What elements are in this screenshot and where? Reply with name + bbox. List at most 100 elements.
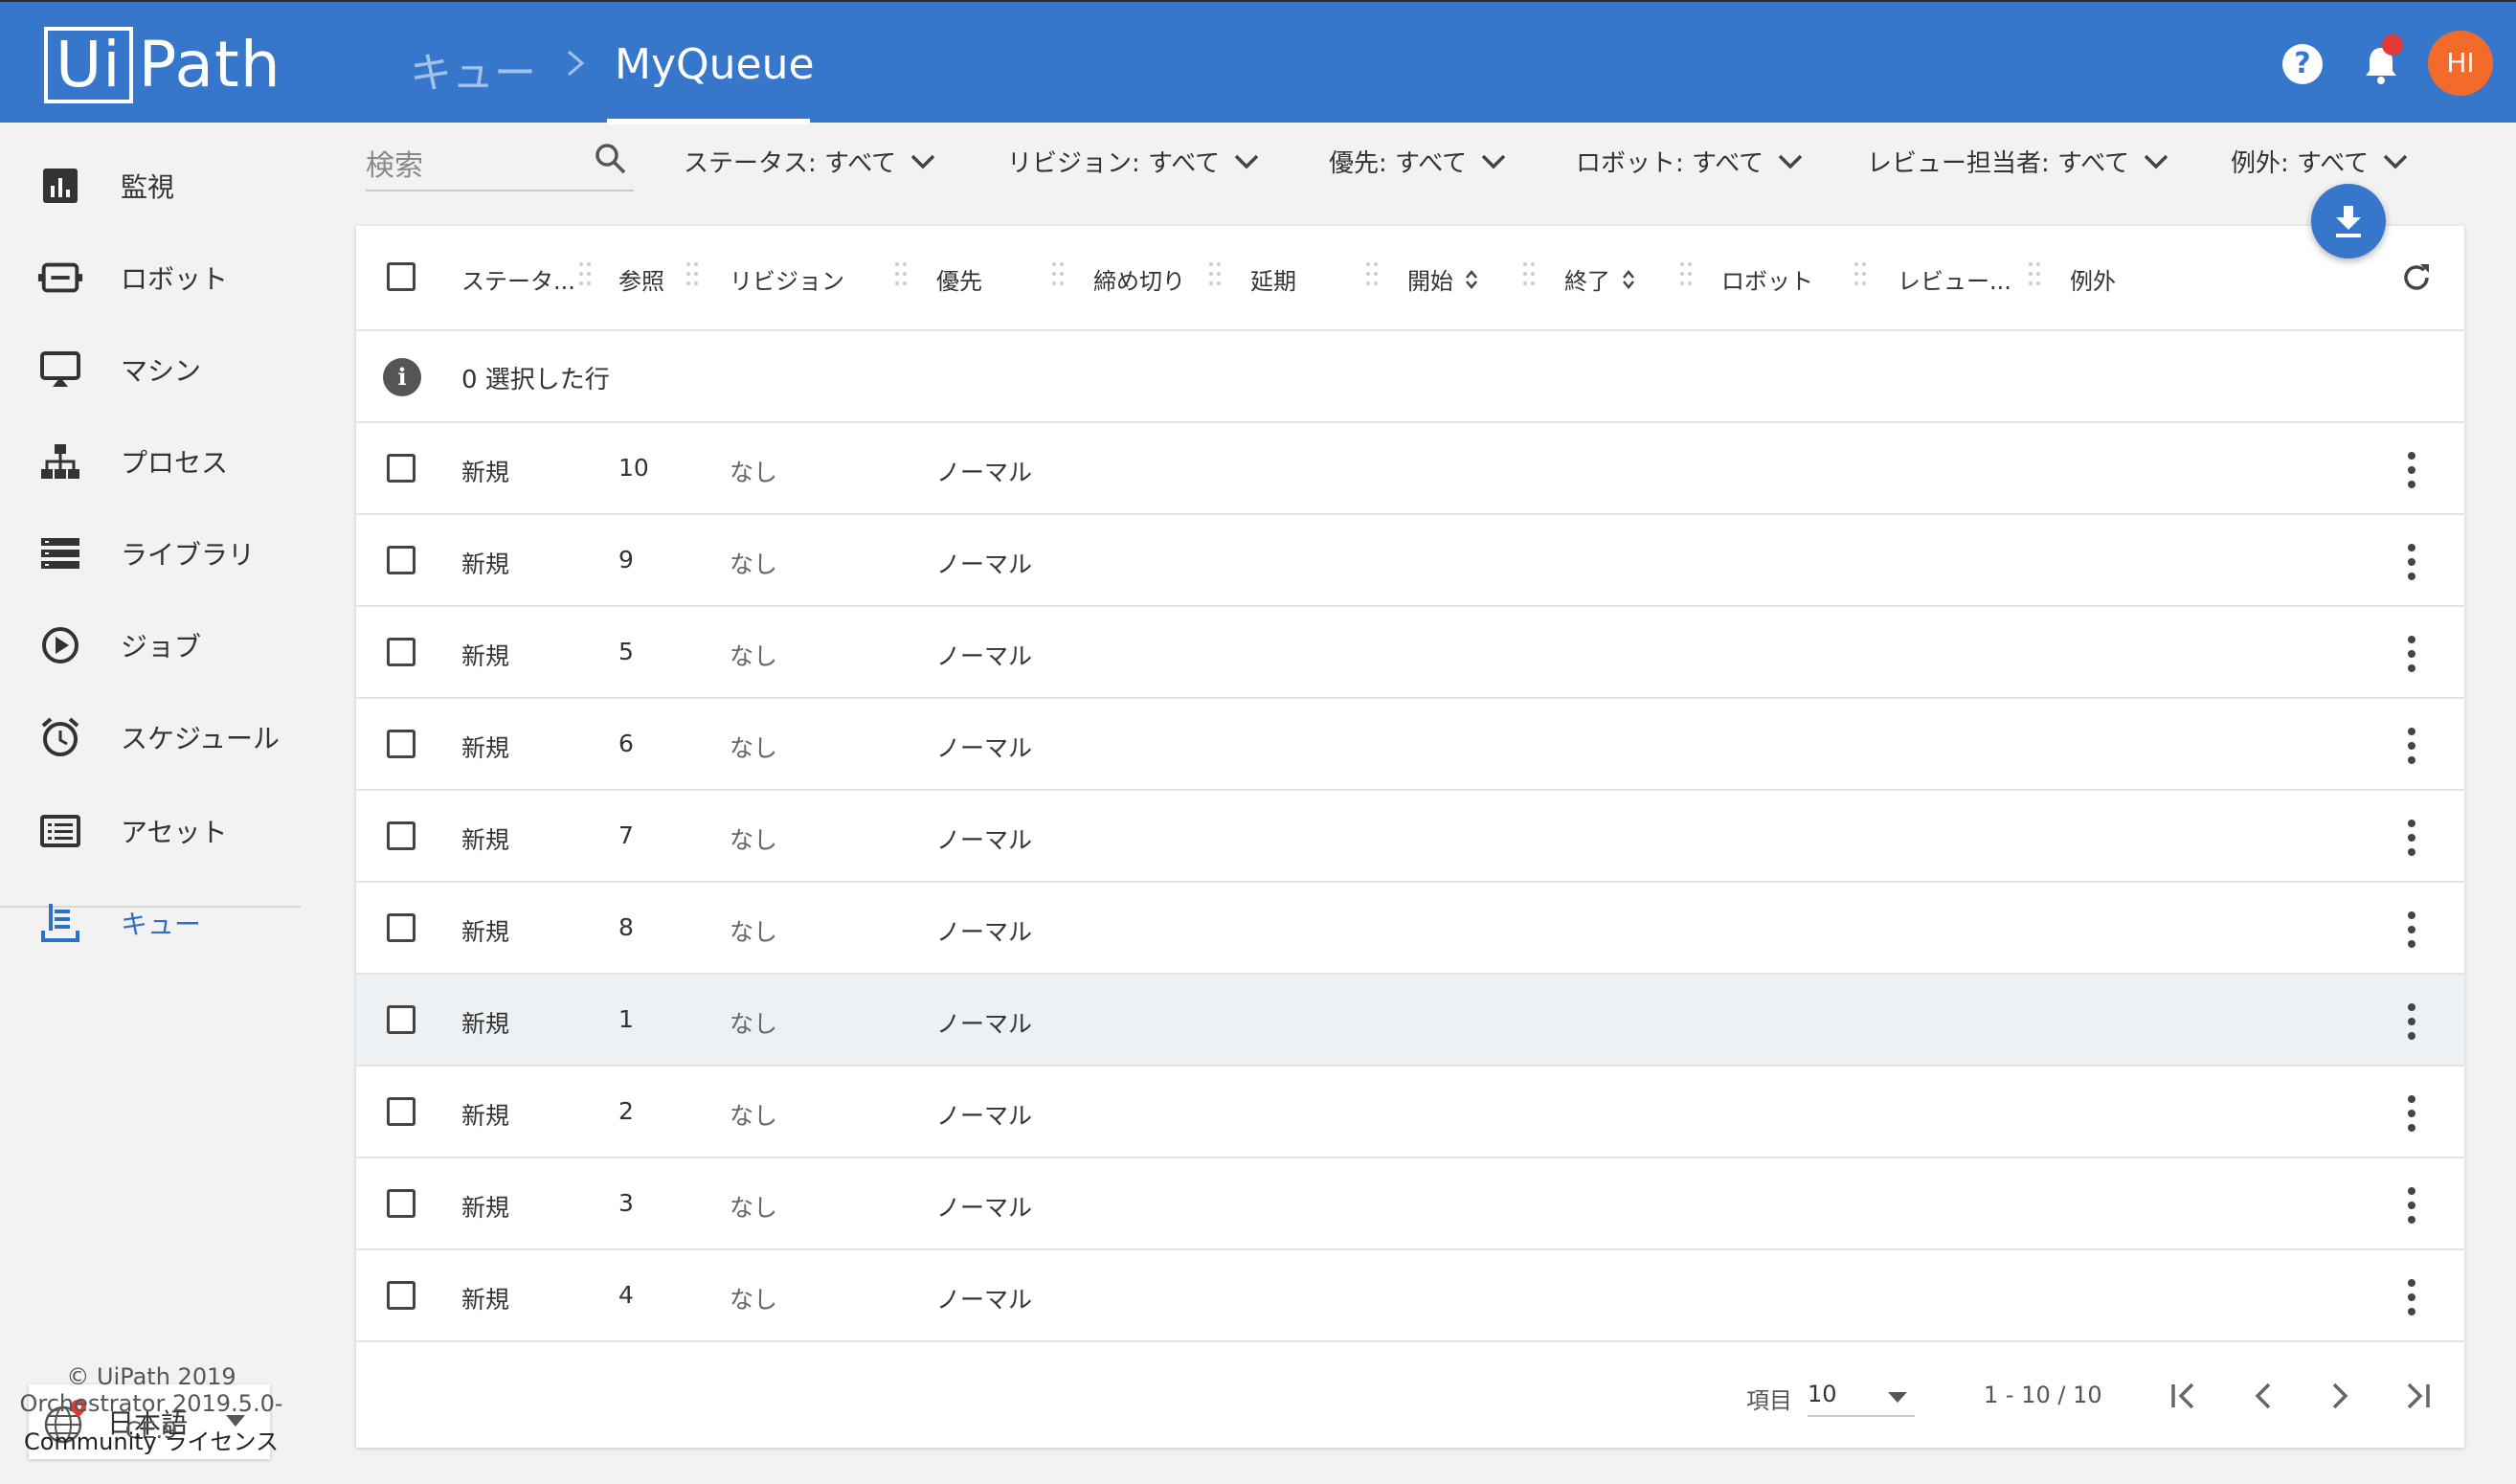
- table-row[interactable]: 新規 8 なし ノーマル: [356, 883, 2464, 975]
- cell-status: 新規: [461, 1194, 510, 1222]
- row-checkbox[interactable]: [387, 1189, 416, 1218]
- license-text[interactable]: Community ライセンス: [0, 1423, 303, 1456]
- last-page-icon[interactable]: [2397, 1377, 2436, 1415]
- table-row[interactable]: 新規 6 なし ノーマル: [356, 699, 2464, 791]
- row-checkbox[interactable]: [387, 638, 416, 666]
- column-header-deadline[interactable]: 締め切り: [1093, 262, 1185, 296]
- status-filter[interactable]: ステータス: すべて: [684, 144, 936, 179]
- row-checkbox[interactable]: [387, 821, 416, 850]
- sidebar-item-processes[interactable]: プロセス: [0, 423, 303, 500]
- column-header-revision[interactable]: リビジョン: [730, 262, 844, 296]
- column-resize-handle[interactable]: [1853, 259, 1867, 289]
- column-label: 締め切り: [1093, 268, 1185, 295]
- more-vert-icon[interactable]: [2405, 542, 2418, 582]
- column-header-robot[interactable]: ロボット: [1721, 262, 1813, 296]
- more-vert-icon[interactable]: [2405, 634, 2418, 674]
- row-checkbox[interactable]: [387, 1005, 416, 1034]
- more-vert-icon[interactable]: [2405, 1185, 2418, 1225]
- table-row[interactable]: 新規 2 なし ノーマル: [356, 1067, 2464, 1158]
- queue-icon: [36, 899, 84, 947]
- row-checkbox[interactable]: [387, 913, 416, 942]
- download-button[interactable]: [2311, 184, 2386, 259]
- column-resize-handle[interactable]: [2028, 259, 2041, 289]
- table-row[interactable]: 新規 1 なし ノーマル: [356, 975, 2464, 1067]
- column-resize-handle[interactable]: [578, 259, 592, 289]
- column-resize-handle[interactable]: [1679, 259, 1693, 289]
- row-checkbox[interactable]: [387, 546, 416, 574]
- column-header-postpone[interactable]: 延期: [1250, 262, 1296, 296]
- column-header-ended[interactable]: 終了: [1564, 262, 1635, 296]
- page-size-select[interactable]: 10: [1808, 1375, 1915, 1417]
- column-resize-handle[interactable]: [894, 259, 908, 289]
- cell-reference: 9: [618, 546, 634, 573]
- row-checkbox[interactable]: [387, 1281, 416, 1310]
- cell-priority: ノーマル: [936, 1286, 1033, 1314]
- sidebar-item-robots[interactable]: ロボット: [0, 239, 303, 316]
- more-vert-icon[interactable]: [2405, 726, 2418, 766]
- row-checkbox[interactable]: [387, 1097, 416, 1126]
- sidebar-item-machines[interactable]: マシン: [0, 331, 303, 408]
- priority-filter[interactable]: 優先: すべて: [1329, 144, 1507, 179]
- column-header-exception[interactable]: 例外: [2070, 262, 2116, 296]
- column-resize-handle[interactable]: [1522, 259, 1536, 289]
- chevron-right-icon: [568, 50, 585, 77]
- user-avatar[interactable]: HI: [2428, 31, 2493, 96]
- reviewer-filter[interactable]: レビュー担当者: すべて: [1867, 144, 2169, 179]
- column-header-started[interactable]: 開始: [1407, 262, 1478, 296]
- revision-filter[interactable]: リビジョン: すべて: [1007, 144, 1260, 179]
- exception-filter[interactable]: 例外: すべて: [2231, 144, 2409, 179]
- select-all-checkbox[interactable]: [387, 262, 416, 291]
- column-header-reviewer[interactable]: レビュー...: [1898, 262, 2011, 296]
- robot-filter[interactable]: ロボット: すべて: [1576, 144, 1804, 179]
- next-page-icon[interactable]: [2321, 1377, 2359, 1415]
- table-row[interactable]: 新規 7 なし ノーマル: [356, 791, 2464, 883]
- row-checkbox[interactable]: [387, 454, 416, 483]
- cell-status: 新規: [461, 1102, 510, 1130]
- row-checkbox[interactable]: [387, 730, 416, 758]
- monitor-icon: [36, 346, 84, 393]
- more-vert-icon[interactable]: [2405, 1001, 2418, 1042]
- refresh-icon[interactable]: [2399, 260, 2434, 295]
- column-resize-handle[interactable]: [1051, 259, 1065, 289]
- cell-reference: 2: [618, 1097, 634, 1125]
- previous-page-icon[interactable]: [2244, 1377, 2282, 1415]
- sidebar-item-jobs[interactable]: ジョブ: [0, 607, 303, 684]
- help-circle-icon[interactable]: ?: [2282, 44, 2323, 84]
- search-icon[interactable]: [594, 142, 628, 176]
- filter-label: レビュー担当者: すべて: [1867, 149, 2130, 178]
- column-resize-handle[interactable]: [1365, 259, 1379, 289]
- column-header-reference[interactable]: 参照: [618, 262, 664, 296]
- table-row[interactable]: 新規 4 なし ノーマル: [356, 1250, 2464, 1342]
- column-header-status[interactable]: ステータ...: [461, 262, 575, 296]
- more-vert-icon[interactable]: [2405, 910, 2418, 950]
- column-header-priority[interactable]: 優先: [936, 262, 982, 296]
- more-vert-icon[interactable]: [2405, 450, 2418, 490]
- caret-down-icon: [1888, 1392, 1907, 1403]
- sidebar-item-assets[interactable]: アセット: [0, 793, 303, 869]
- list-icon: [36, 807, 84, 855]
- breadcrumb-parent[interactable]: キュー: [410, 38, 536, 100]
- sidebar-item-monitoring[interactable]: 監視: [0, 147, 303, 224]
- cell-revision: なし: [730, 734, 778, 762]
- filter-label: 優先: すべて: [1329, 149, 1468, 178]
- cell-revision: なし: [730, 918, 778, 946]
- more-vert-icon[interactable]: [2405, 818, 2418, 858]
- cell-reference: 1: [618, 1005, 634, 1033]
- more-vert-icon[interactable]: [2405, 1093, 2418, 1134]
- sidebar-item-queues[interactable]: キュー: [0, 885, 303, 961]
- sidebar-item-libraries[interactable]: ライブラリ: [0, 515, 303, 592]
- first-page-icon[interactable]: [2166, 1377, 2204, 1415]
- table-row[interactable]: 新規 10 なし ノーマル: [356, 423, 2464, 515]
- column-resize-handle[interactable]: [1208, 259, 1222, 289]
- column-resize-handle[interactable]: [685, 259, 699, 289]
- table-row[interactable]: 新規 9 なし ノーマル: [356, 515, 2464, 607]
- table-row[interactable]: 新規 5 なし ノーマル: [356, 607, 2464, 699]
- sidebar-item-schedules[interactable]: スケジュール: [0, 699, 303, 776]
- cell-revision: なし: [730, 1102, 778, 1130]
- search-input[interactable]: 検索: [366, 142, 634, 191]
- column-label: 終了: [1564, 268, 1610, 295]
- column-label: 優先: [936, 268, 982, 295]
- table-row[interactable]: 新規 3 なし ノーマル: [356, 1158, 2464, 1250]
- more-vert-icon[interactable]: [2405, 1277, 2418, 1317]
- uipath-logo[interactable]: Ui Path: [44, 27, 281, 103]
